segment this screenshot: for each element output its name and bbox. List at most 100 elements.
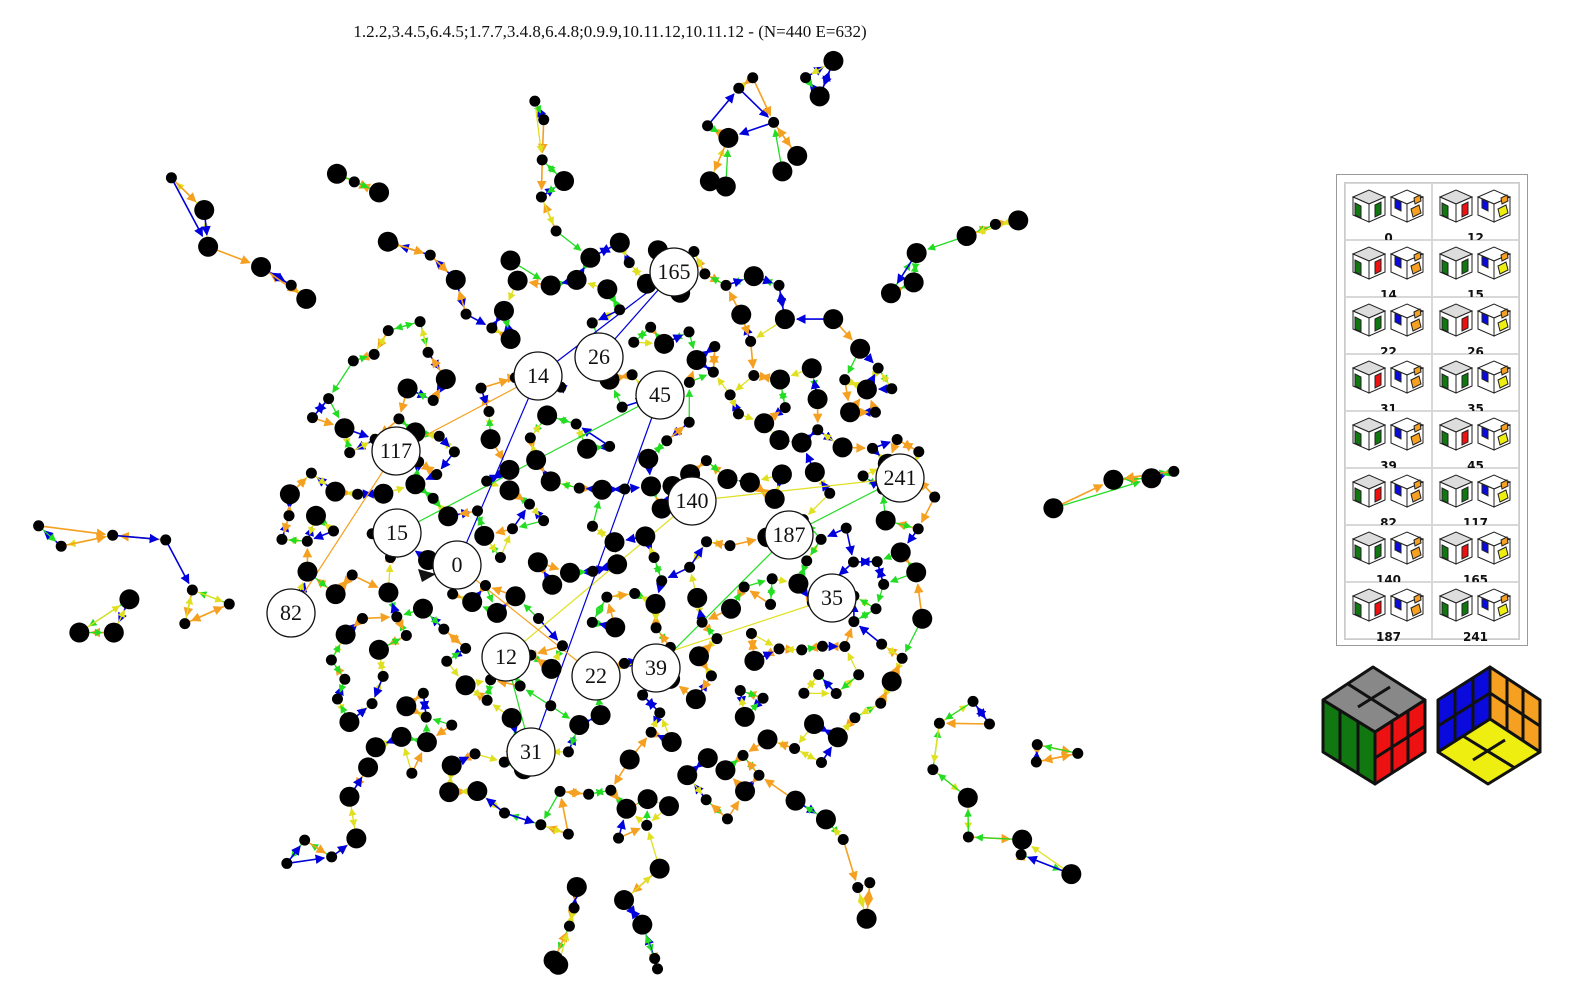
graph-node [743,266,764,287]
labeled-node-text: 26 [588,344,610,369]
graph-node [500,329,521,350]
graph-node [850,338,871,359]
graph-node [866,442,878,454]
graph-node [305,467,317,479]
graph-node [435,369,456,390]
graph-node [614,304,626,316]
graph-node [933,717,945,729]
graph-node [296,288,317,309]
graph-node [103,622,124,643]
graph-node [871,556,883,568]
graph-node [878,578,890,590]
graph-node [382,325,394,337]
graph-node [368,639,389,660]
graph-node [1141,468,1162,489]
labeled-node-text: 12 [495,644,517,669]
graph-node [699,268,711,280]
graph-edge [706,93,735,127]
graph-edge [286,854,326,865]
graph-node [769,430,790,451]
legend-entry: 0 [1345,183,1432,245]
graph-node [715,760,736,781]
legend-entry: 26 [1432,297,1519,359]
graph-node [702,120,714,132]
legend-entry: 39 [1345,411,1432,473]
graph-node [652,963,664,975]
cube-state-icon [1351,415,1427,458]
graph-node [281,857,293,869]
graph-node [791,432,812,453]
graph-edge [842,839,858,882]
graph-node [483,405,495,417]
graph-node [1012,829,1033,850]
graph-node [405,474,426,495]
graph-node [604,440,616,452]
graph-node [480,429,501,450]
graph-node [460,308,472,320]
graph-node [732,408,744,420]
graph-node [427,492,439,504]
graph-node [1043,498,1064,519]
labeled-node-165: 165 [649,247,699,297]
graph-node [590,705,611,726]
graph-node [720,279,732,291]
graph-node [439,782,460,803]
graph-node [414,316,426,328]
graph-node [840,522,852,534]
graph-node [724,540,736,552]
legend-grid: 0 12 14 15 22 26 31 35 39 45 82 117 140 … [1344,182,1520,644]
graph-node [605,617,626,638]
graph-edge [184,606,224,625]
graph-dots [33,50,1180,975]
graph-node [438,623,450,635]
graph-node [339,711,360,732]
graph-node [505,586,526,607]
graph-node [677,765,698,786]
graph-node [824,487,836,499]
graph-node [400,630,412,642]
graph-node [540,471,561,492]
labeled-node-15: 15 [372,508,422,558]
legend-entry: 22 [1345,297,1432,359]
labeled-node-12: 12 [481,632,531,682]
graph-node [748,369,760,381]
graph-node [864,877,876,889]
graph-node [731,304,752,325]
graph-node [685,689,706,710]
labeled-node-35: 35 [807,573,857,623]
graph-node [368,348,380,360]
graph-node [766,573,778,585]
graph-node [913,446,925,458]
graph-node [297,561,318,582]
graph-node [356,612,368,624]
graph-node [391,726,412,747]
graph-node [967,695,979,707]
labeled-node-text: 241 [884,465,917,490]
graph-node [462,591,483,612]
graph-node [715,176,736,197]
graph-node [683,416,695,428]
graph-node [501,708,522,729]
graph-node [765,598,777,610]
graph-node [618,657,630,669]
graph-node [830,688,842,700]
graph-node [815,809,836,830]
graph-node [580,247,601,268]
labeled-node-text: 22 [585,663,607,688]
graph-node [406,767,418,779]
graph-node [568,902,580,914]
graph-node [896,652,908,664]
graph-node [493,300,514,321]
graph-node [524,498,536,510]
graph-node [857,470,869,482]
graph-node [616,401,628,413]
graph-node [346,828,367,849]
graph-node [377,231,398,252]
graph-node [455,675,476,696]
graph-node [641,819,653,831]
legend-entry: 187 [1345,582,1432,644]
graph-node [433,430,445,442]
legend-entry: 45 [1432,411,1519,473]
graph-node [837,833,849,845]
graph-node [807,389,828,410]
